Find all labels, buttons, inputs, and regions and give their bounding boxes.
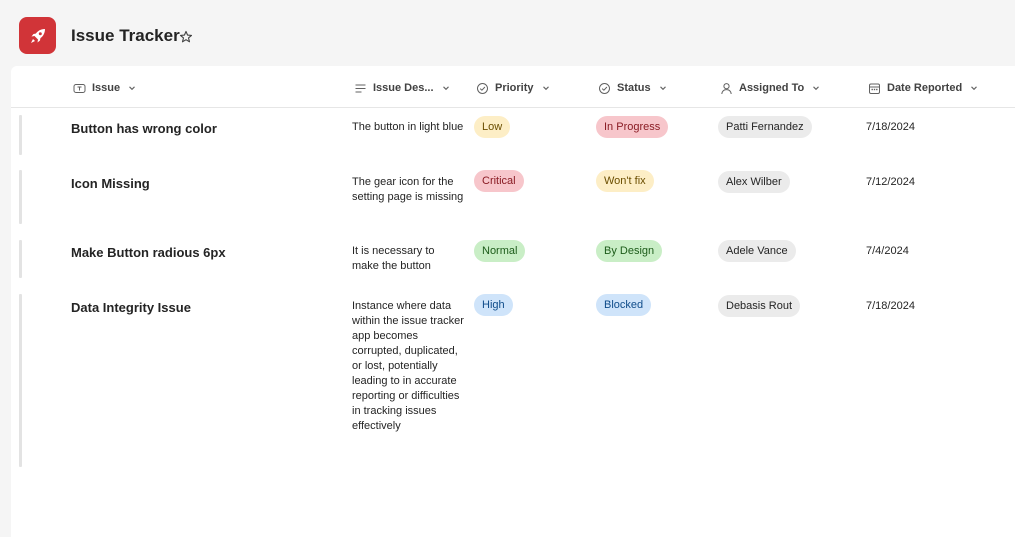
priority-badge[interactable]: Normal [474, 240, 526, 262]
row-selection-bar [19, 115, 22, 155]
date-reported: 7/18/2024 [866, 300, 915, 312]
status-badge[interactable]: Won't fix [596, 170, 654, 192]
issue-description: Instance where data within the issue tra… [352, 300, 464, 432]
issue-description: The button in light blue [352, 121, 464, 133]
list-view: Issue Issue Des... Priority Status Assig… [11, 66, 1015, 537]
multiline-text-icon [355, 84, 366, 92]
calendar-icon [869, 83, 880, 94]
row-selection-bar [19, 170, 22, 224]
text-field-icon [73, 83, 86, 93]
column-header-issue-description[interactable]: Issue Des... [354, 80, 450, 96]
chevron-down-icon [659, 86, 666, 91]
column-header-date-reported[interactable]: Date Reported [868, 80, 978, 96]
assignee-chip[interactable]: Adele Vance [718, 240, 796, 262]
column-header-status[interactable]: Status [598, 80, 667, 96]
column-header-label: Priority [495, 82, 534, 94]
table-row[interactable]: Make Button radious 6px It is necessary … [11, 240, 1015, 278]
row-selection-bar [19, 240, 22, 278]
date-reported: 7/12/2024 [866, 176, 915, 188]
chevron-down-icon [813, 86, 820, 91]
person-icon [721, 82, 732, 94]
table-row[interactable]: Icon Missing The gear icon for the setti… [11, 170, 1015, 224]
column-header-label: Date Reported [887, 82, 963, 94]
chevron-down-icon [542, 86, 549, 91]
assignee-chip[interactable]: Alex Wilber [718, 171, 790, 193]
priority-badge[interactable]: High [474, 294, 513, 316]
issue-title[interactable]: Make Button radious 6px [71, 245, 226, 260]
table-row[interactable]: Data Integrity Issue Instance where data… [11, 294, 1015, 467]
choice-check-icon [477, 82, 488, 94]
chevron-down-icon [129, 86, 136, 91]
date-reported: 7/4/2024 [866, 245, 909, 257]
page-title: Issue Tracker [71, 26, 180, 45]
row-selection-bar [19, 294, 22, 467]
date-reported: 7/18/2024 [866, 121, 915, 133]
app-header: Issue Tracker [0, 0, 1015, 66]
column-header-issue[interactable]: Issue [73, 80, 136, 96]
column-header-label: Status [617, 82, 651, 94]
table-row[interactable]: Button has wrong color The button in lig… [11, 115, 1015, 155]
issue-title[interactable]: Button has wrong color [71, 121, 217, 136]
status-badge[interactable]: By Design [596, 240, 663, 262]
issue-title[interactable]: Icon Missing [71, 176, 150, 191]
chevron-down-icon [971, 86, 978, 91]
column-header-label: Assigned To [739, 82, 805, 94]
favorite-star-icon[interactable] [179, 30, 193, 44]
choice-check-icon [599, 82, 610, 94]
assignee-chip[interactable]: Debasis Rout [718, 295, 801, 317]
rocket-icon[interactable] [19, 17, 56, 54]
priority-badge[interactable]: Critical [474, 170, 524, 192]
column-header-row: Issue Issue Des... Priority Status Assig… [11, 66, 1015, 108]
status-badge[interactable]: Blocked [596, 294, 652, 316]
priority-badge[interactable]: Low [474, 116, 511, 138]
issue-description: The gear icon for the setting page is mi… [352, 176, 464, 203]
issue-title[interactable]: Data Integrity Issue [71, 300, 191, 315]
column-header-assigned-to[interactable]: Assigned To [720, 80, 820, 96]
column-header-label: Issue [92, 82, 121, 94]
column-header-priority[interactable]: Priority [476, 80, 550, 96]
column-header-label: Issue Des... [373, 82, 434, 94]
chevron-down-icon [442, 86, 449, 91]
issue-description: It is necessary to make the button [352, 245, 435, 272]
status-badge[interactable]: In Progress [596, 116, 669, 138]
assignee-chip[interactable]: Patti Fernandez [718, 116, 812, 138]
